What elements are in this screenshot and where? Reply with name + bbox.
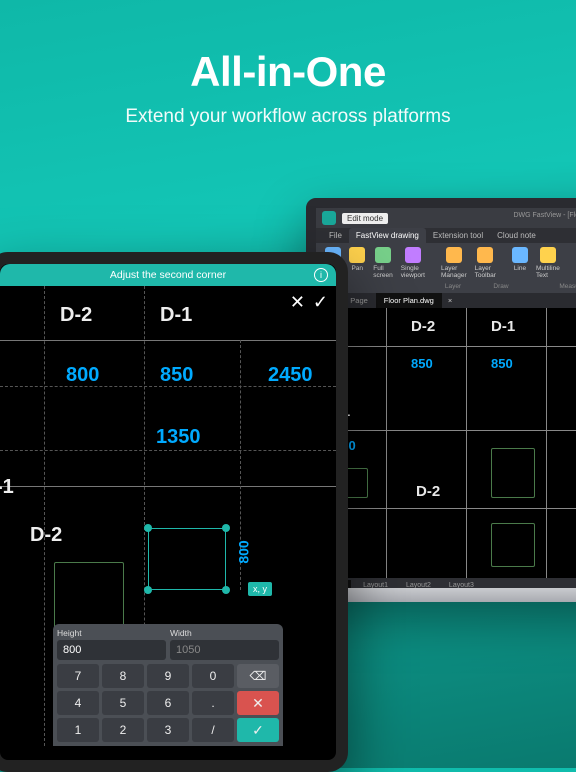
doc-tab-floorplan[interactable]: Floor Plan.dwg bbox=[376, 293, 442, 308]
drag-handle[interactable] bbox=[222, 586, 230, 594]
width-field[interactable]: Width 1050 bbox=[170, 628, 279, 660]
group-measure: Measure bbox=[524, 283, 576, 290]
dimension-label: 800 bbox=[66, 364, 99, 387]
key-5[interactable]: 5 bbox=[102, 691, 144, 715]
furniture-outline bbox=[491, 523, 535, 567]
room-label: D-2 bbox=[416, 483, 440, 500]
height-value[interactable]: 800 bbox=[57, 640, 166, 660]
selection-rect[interactable] bbox=[148, 528, 226, 590]
ribbon-tab-extension[interactable]: Extension tool bbox=[426, 228, 490, 243]
height-label: Height bbox=[57, 628, 166, 638]
width-value[interactable]: 1050 bbox=[170, 640, 279, 660]
layer-toolbar-icon bbox=[477, 247, 493, 263]
ribbon-tab-file[interactable]: File bbox=[322, 228, 349, 243]
room-label: D-2 bbox=[411, 318, 435, 335]
key-2[interactable]: 2 bbox=[102, 718, 144, 742]
key-6[interactable]: 6 bbox=[147, 691, 189, 715]
dimension-label: 1350 bbox=[156, 426, 201, 449]
key-9[interactable]: 9 bbox=[147, 664, 189, 688]
key-dot[interactable]: . bbox=[192, 691, 234, 715]
drag-handle[interactable] bbox=[144, 586, 152, 594]
document-tabs: Startup Page Floor Plan.dwg × bbox=[316, 293, 576, 308]
dimension-label: 850 bbox=[491, 356, 513, 371]
height-field[interactable]: Height 800 bbox=[57, 628, 166, 660]
key-4[interactable]: 4 bbox=[57, 691, 99, 715]
window-title: DWG FastView - [Floor Plan.dwg] bbox=[513, 212, 576, 219]
cancel-button[interactable]: ✕ bbox=[290, 292, 305, 313]
confirm-button[interactable]: ✓ bbox=[313, 292, 328, 313]
tablet-top-bar: Adjust the second corner i bbox=[0, 264, 336, 286]
room-label: -1 bbox=[0, 476, 14, 499]
ribbon-tabs: File FastView drawing Extension tool Clo… bbox=[316, 228, 576, 243]
layers-icon bbox=[446, 247, 462, 263]
pan-icon bbox=[349, 247, 365, 263]
line-button[interactable]: Line bbox=[509, 247, 531, 279]
key-1[interactable]: 1 bbox=[57, 718, 99, 742]
group-draw: Draw bbox=[478, 283, 524, 290]
key-backspace[interactable]: ⌫ bbox=[237, 664, 279, 688]
tablet-actions: ✕ ✓ bbox=[290, 292, 328, 313]
key-8[interactable]: 8 bbox=[102, 664, 144, 688]
room-label: D-2 bbox=[30, 524, 62, 547]
room-label: D-1 bbox=[160, 304, 192, 327]
keypad-grid: 7 8 9 0 ⌫ 4 5 6 . ✕ 1 2 3 / ✓ bbox=[57, 664, 279, 742]
hero-title: All-in-One bbox=[0, 48, 576, 96]
xy-badge[interactable]: x, y bbox=[248, 582, 272, 596]
key-confirm[interactable]: ✓ bbox=[237, 718, 279, 742]
dimension-label: 850 bbox=[411, 356, 433, 371]
ribbon-toolbar: Scale Pan Full screen Single viewport La… bbox=[316, 243, 576, 283]
mtext-button[interactable]: Multiline Text bbox=[533, 247, 563, 279]
ribbon-tab-fastview[interactable]: FastView drawing bbox=[349, 228, 426, 243]
numeric-keypad: Height 800 Width 1050 7 8 9 0 ⌫ 4 5 6 . … bbox=[53, 624, 283, 746]
dimension-label: 800 bbox=[236, 540, 252, 563]
furniture-outline bbox=[491, 448, 535, 498]
key-0[interactable]: 0 bbox=[192, 664, 234, 688]
group-layer: Layer bbox=[428, 283, 478, 290]
dimension-label: 2450 bbox=[268, 364, 313, 387]
app-logo-icon bbox=[322, 211, 336, 225]
line-icon bbox=[512, 247, 528, 263]
room-label: D-1 bbox=[491, 318, 515, 335]
edit-mode-badge[interactable]: Edit mode bbox=[342, 213, 388, 224]
key-3[interactable]: 3 bbox=[147, 718, 189, 742]
drag-handle[interactable] bbox=[144, 524, 152, 532]
dimension-label: 850 bbox=[160, 364, 193, 387]
laptop-titlebar: Edit mode DWG FastView - [Floor Plan.dwg… bbox=[316, 208, 576, 228]
fullscreen-button[interactable]: Full screen bbox=[370, 247, 396, 279]
key-slash[interactable]: / bbox=[192, 718, 234, 742]
laptop-cad-canvas[interactable]: D-2 D-1 D-1 D-2 850 850 850 bbox=[316, 308, 576, 578]
key-7[interactable]: 7 bbox=[57, 664, 99, 688]
furniture-outline bbox=[54, 562, 124, 632]
layer-manager-button[interactable]: Layer Manager bbox=[438, 247, 470, 279]
doc-tab-close-icon[interactable]: × bbox=[442, 293, 458, 308]
room-label: D-2 bbox=[60, 304, 92, 327]
info-icon[interactable]: i bbox=[314, 268, 328, 282]
viewport-button[interactable]: Single viewport bbox=[398, 247, 428, 279]
hero: All-in-One Extend your workflow across p… bbox=[0, 0, 576, 128]
ribbon-group-labels: Layer Draw Measure bbox=[316, 283, 576, 293]
fullscreen-icon bbox=[375, 247, 391, 263]
layer-toolbar-button[interactable]: Layer Toolbar bbox=[472, 247, 499, 279]
tablet-device: Adjust the second corner i ✕ ✓ D-2 D-1 -… bbox=[0, 252, 348, 772]
viewport-icon bbox=[405, 247, 421, 263]
ribbon-tab-cloud[interactable]: Cloud note bbox=[490, 228, 543, 243]
hero-subtitle: Extend your workflow across platforms bbox=[0, 106, 576, 128]
drag-handle[interactable] bbox=[222, 524, 230, 532]
pan-button[interactable]: Pan bbox=[346, 247, 368, 279]
tablet-cad-canvas[interactable]: D-2 D-1 -1 D-2 800 850 2450 1350 800 x, … bbox=[0, 286, 336, 746]
width-label: Width bbox=[170, 628, 279, 638]
top-bar-text: Adjust the second corner bbox=[110, 269, 226, 281]
text-icon bbox=[540, 247, 556, 263]
key-cancel[interactable]: ✕ bbox=[237, 691, 279, 715]
